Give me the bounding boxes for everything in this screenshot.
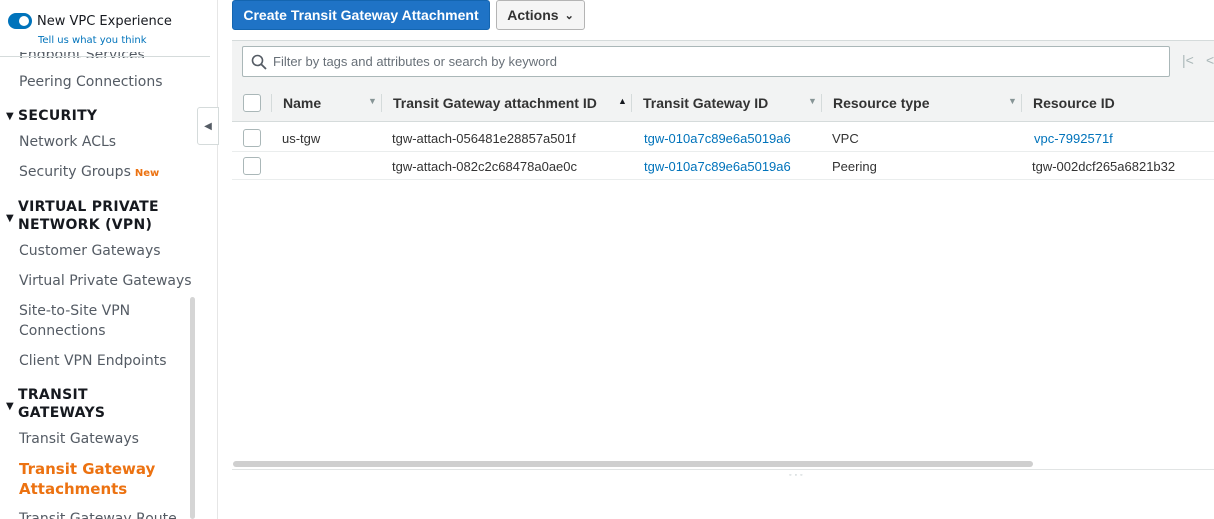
sidebar-item-transit-gateway-attachments[interactable]: Transit Gateway Attachments — [19, 459, 155, 499]
sidebar-item-label: Site-to-Site VPN — [19, 303, 131, 319]
filter-bar: |< < — [232, 40, 1214, 84]
sidebar-item-label: Connections — [19, 323, 106, 339]
sidebar-item-label: Attachments — [19, 480, 128, 498]
column-header-tgw-id[interactable]: Transit Gateway ID — [643, 84, 768, 122]
filter-search-box[interactable] — [242, 46, 1170, 77]
cell-resource-type: VPC — [832, 130, 859, 146]
table-row[interactable]: us-tgw tgw-attach-056481e28857a501f tgw-… — [232, 124, 1214, 152]
feedback-link[interactable]: Tell us what you think — [38, 35, 147, 46]
section-vpn-line2: NETWORK (VPN) — [18, 217, 153, 233]
column-divider — [1021, 94, 1022, 112]
toggle-switch[interactable] — [8, 13, 32, 29]
section-security-label: SECURITY — [18, 108, 98, 124]
column-header-resource-id[interactable]: Resource ID — [1033, 84, 1115, 122]
previous-page-icon[interactable]: < — [1206, 52, 1214, 68]
sidebar-item-cut[interactable]: Endpoint Services — [19, 52, 145, 58]
actions-dropdown-button[interactable]: Actions ⌄ — [496, 0, 585, 30]
horizontal-scrollbar[interactable] — [233, 461, 1033, 467]
sidebar-item-peering-connections[interactable]: Peering Connections — [19, 72, 163, 92]
sidebar-item-site-to-site-vpn[interactable]: Site-to-Site VPN Connections — [19, 301, 130, 341]
section-transit-line2: GATEWAYS — [18, 405, 106, 421]
row-checkbox[interactable] — [243, 157, 261, 175]
column-divider — [381, 94, 382, 112]
sort-icon[interactable]: ▼ — [808, 96, 817, 106]
search-icon — [251, 54, 267, 70]
first-page-icon[interactable]: |< — [1182, 52, 1194, 68]
create-transit-gateway-attachment-button[interactable]: Create Transit Gateway Attachment — [232, 0, 490, 30]
new-badge: New — [134, 168, 160, 179]
row-checkbox[interactable] — [243, 129, 261, 147]
caret-down-icon: ▼ — [6, 213, 14, 224]
sidebar-item-client-vpn-endpoints[interactable]: Client VPN Endpoints — [19, 351, 167, 371]
cell-resource-id: tgw-002dcf265a6821b32 — [1032, 158, 1176, 174]
panel-divider — [232, 469, 1214, 470]
column-divider — [631, 94, 632, 112]
collapse-sidebar-button[interactable]: ◀ — [197, 107, 219, 145]
table-header: Name ▼ Transit Gateway attachment ID ▲ T… — [232, 84, 1214, 122]
sidebar-item-security-groups[interactable]: Security Groups New — [19, 162, 159, 184]
cell-resource-id-link[interactable]: vpc-7992571f — [1034, 124, 1113, 152]
sort-icon[interactable]: ▼ — [368, 96, 377, 106]
table-row[interactable]: tgw-attach-082c2c68478a0ae0c tgw-010a7c8… — [232, 152, 1214, 180]
sort-icon[interactable]: ▼ — [1008, 96, 1017, 106]
sidebar-item-customer-gateways[interactable]: Customer Gateways — [19, 241, 161, 261]
sidebar: New VPC Experience Tell us what you thin… — [0, 0, 218, 519]
sidebar-item-transit-gateways[interactable]: Transit Gateways — [19, 429, 139, 449]
cell-tgw-id-link[interactable]: tgw-010a7c89e6a5019a6 — [644, 124, 791, 152]
sidebar-scrollbar[interactable] — [190, 297, 195, 519]
select-all-checkbox[interactable] — [243, 94, 261, 112]
sidebar-item-transit-gateway-route[interactable]: Transit Gateway Route — [19, 509, 177, 519]
column-divider — [271, 94, 272, 112]
cell-attachment-id: tgw-attach-056481e28857a501f — [392, 130, 576, 146]
sidebar-item-virtual-private-gateways[interactable]: Virtual Private Gateways — [19, 271, 192, 291]
section-vpn[interactable]: ▼ VIRTUAL PRIVATE NETWORK (VPN) — [6, 198, 159, 234]
sidebar-divider — [0, 56, 210, 57]
cell-tgw-id-link[interactable]: tgw-010a7c89e6a5019a6 — [644, 152, 791, 180]
sidebar-item-label: Transit Gateway — [19, 460, 156, 478]
cell-attachment-id: tgw-attach-082c2c68478a0ae0c — [392, 158, 578, 174]
cell-name: us-tgw — [282, 130, 321, 146]
section-security[interactable]: ▼ SECURITY — [6, 107, 97, 126]
caret-down-icon: ▼ — [6, 111, 14, 122]
resize-handle-icon[interactable]: ◦◦◦ — [789, 472, 805, 479]
sort-ascending-icon[interactable]: ▲ — [618, 96, 627, 106]
column-divider — [821, 94, 822, 112]
actions-label: Actions — [507, 7, 559, 23]
section-vpn-line1: VIRTUAL PRIVATE — [18, 199, 159, 215]
search-input[interactable] — [273, 54, 1153, 69]
column-header-attachment-id[interactable]: Transit Gateway attachment ID — [393, 84, 597, 122]
caret-down-icon: ▼ — [6, 401, 14, 412]
section-transit-line1: TRANSIT — [18, 387, 88, 403]
chevron-left-icon: ◀ — [204, 120, 212, 132]
chevron-down-icon: ⌄ — [564, 9, 574, 22]
new-vpc-experience-toggle[interactable]: New VPC Experience — [8, 13, 172, 29]
column-header-name[interactable]: Name — [283, 84, 321, 122]
column-header-resource-type[interactable]: Resource type — [833, 84, 929, 122]
cell-resource-type: Peering — [832, 158, 877, 174]
section-transit-gateways[interactable]: ▼ TRANSIT GATEWAYS — [6, 386, 105, 422]
section-vpn-label: VIRTUAL PRIVATE NETWORK (VPN) — [18, 198, 159, 234]
sidebar-item-label: Security Groups — [19, 164, 131, 180]
toggle-label: New VPC Experience — [37, 13, 172, 29]
sidebar-item-network-acls[interactable]: Network ACLs — [19, 132, 116, 152]
section-transit-label: TRANSIT GATEWAYS — [18, 386, 105, 422]
